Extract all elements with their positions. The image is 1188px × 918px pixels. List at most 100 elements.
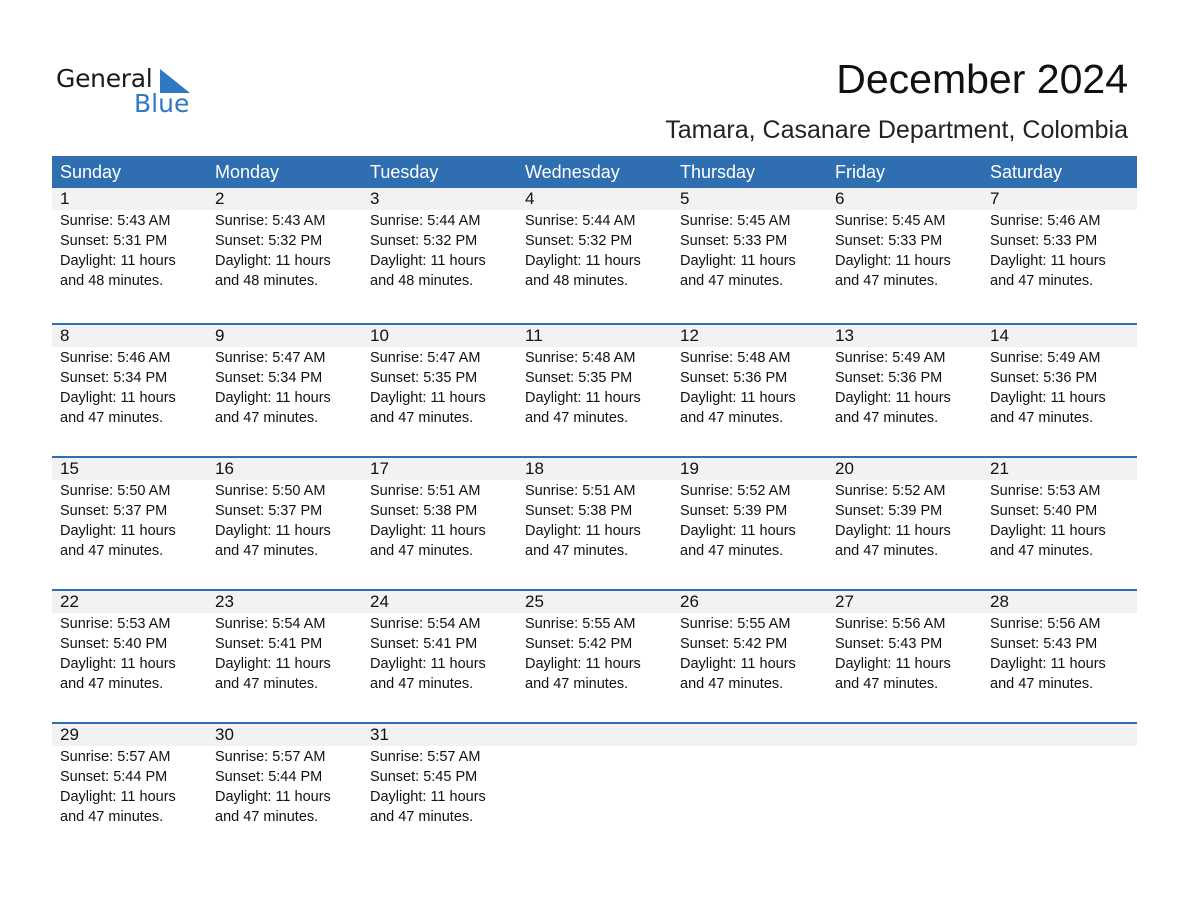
sunrise-time: Sunrise: 5:49 AM <box>835 350 946 366</box>
day-cell: Sunrise: 5:53 AM Sunset: 5:40 PM Daylight:… <box>52 613 207 694</box>
weekday-sunday: Sunday <box>60 162 122 182</box>
day-cell: Sunrise: 5:51 AM Sunset: 5:38 PM Daylight:… <box>362 480 517 561</box>
daylight-hours: Daylight: 11 hours <box>990 656 1106 672</box>
sunset-time: Sunset: 5:32 PM <box>215 233 323 249</box>
sunset-time: Sunset: 5:41 PM <box>370 636 478 652</box>
daylight-minutes: and 47 minutes. <box>60 543 164 559</box>
daylight-minutes: and 47 minutes. <box>525 410 629 426</box>
page-title: December 2024 <box>836 56 1128 102</box>
sunrise-time: Sunrise: 5:45 AM <box>680 213 791 229</box>
day-details-row: Sunrise: 5:50 AM Sunset: 5:37 PM Daylight:… <box>52 480 1137 561</box>
sunrise-time: Sunrise: 5:56 AM <box>835 616 946 632</box>
day-number: 10 <box>370 326 389 345</box>
day-number <box>672 724 827 746</box>
sunrise-time: Sunrise: 5:53 AM <box>60 616 171 632</box>
sunrise-time: Sunrise: 5:45 AM <box>835 213 946 229</box>
daylight-hours: Daylight: 11 hours <box>215 390 331 406</box>
day-number: 1 <box>60 189 70 208</box>
sunset-time: Sunset: 5:34 PM <box>60 370 168 386</box>
daylight-hours: Daylight: 11 hours <box>370 253 486 269</box>
daylight-minutes: and 47 minutes. <box>835 273 939 289</box>
daylight-hours: Daylight: 11 hours <box>990 523 1106 539</box>
daylight-minutes: and 47 minutes. <box>680 676 784 692</box>
sunset-time: Sunset: 5:44 PM <box>60 769 168 785</box>
sunset-time: Sunset: 5:38 PM <box>525 503 633 519</box>
sunset-time: Sunset: 5:31 PM <box>60 233 168 249</box>
weekday-friday: Friday <box>835 162 886 182</box>
logo-text-blue: Blue <box>134 89 190 118</box>
day-cell: Sunrise: 5:46 AM Sunset: 5:33 PM Daylight:… <box>982 210 1137 291</box>
daylight-hours: Daylight: 11 hours <box>990 390 1106 406</box>
day-number: 23 <box>215 592 234 611</box>
day-number: 2 <box>215 189 225 208</box>
week-row: 8 9 10 11 12 13 14 Sunrise: 5:46 AM Sunset: 5:34… <box>52 323 1137 456</box>
daylight-hours: Daylight: 11 hours <box>215 656 331 672</box>
daylight-hours: Daylight: 11 hours <box>215 789 331 805</box>
day-cell: Sunrise: 5:44 AM Sunset: 5:32 PM Daylight:… <box>517 210 672 291</box>
daylight-minutes: and 47 minutes. <box>990 273 1094 289</box>
day-number: 14 <box>990 326 1009 345</box>
day-cell: Sunrise: 5:43 AM Sunset: 5:31 PM Daylight:… <box>52 210 207 291</box>
weekday-thursday: Thursday <box>680 162 756 182</box>
day-cell: Sunrise: 5:43 AM Sunset: 5:32 PM Daylight:… <box>207 210 362 291</box>
sunrise-time: Sunrise: 5:54 AM <box>215 616 326 632</box>
sunrise-time: Sunrise: 5:57 AM <box>215 749 326 765</box>
daylight-hours: Daylight: 11 hours <box>370 656 486 672</box>
sunrise-time: Sunrise: 5:52 AM <box>835 483 946 499</box>
day-cell <box>672 746 827 827</box>
sunset-time: Sunset: 5:43 PM <box>835 636 943 652</box>
daylight-minutes: and 47 minutes. <box>525 676 629 692</box>
day-cell: Sunrise: 5:51 AM Sunset: 5:38 PM Daylight:… <box>517 480 672 561</box>
daylight-minutes: and 47 minutes. <box>60 676 164 692</box>
daylight-hours: Daylight: 11 hours <box>835 523 951 539</box>
day-cell: Sunrise: 5:50 AM Sunset: 5:37 PM Daylight:… <box>207 480 362 561</box>
day-details-row: Sunrise: 5:43 AM Sunset: 5:31 PM Daylight:… <box>52 210 1137 291</box>
daylight-hours: Daylight: 11 hours <box>370 789 486 805</box>
day-number: 31 <box>370 725 389 744</box>
day-number: 30 <box>215 725 234 744</box>
daylight-hours: Daylight: 11 hours <box>215 253 331 269</box>
day-cell: Sunrise: 5:44 AM Sunset: 5:32 PM Daylight:… <box>362 210 517 291</box>
sunset-time: Sunset: 5:40 PM <box>60 636 168 652</box>
sunrise-time: Sunrise: 5:44 AM <box>370 213 481 229</box>
day-cell <box>982 746 1137 827</box>
day-number: 29 <box>60 725 79 744</box>
daylight-hours: Daylight: 11 hours <box>835 390 951 406</box>
sunrise-time: Sunrise: 5:55 AM <box>525 616 636 632</box>
sunset-time: Sunset: 5:35 PM <box>525 370 633 386</box>
daylight-hours: Daylight: 11 hours <box>990 253 1106 269</box>
day-number-row: 1 2 3 4 5 6 7 <box>52 188 1137 210</box>
sunrise-time: Sunrise: 5:57 AM <box>60 749 171 765</box>
daylight-minutes: and 47 minutes. <box>370 543 474 559</box>
sunrise-time: Sunrise: 5:43 AM <box>60 213 171 229</box>
day-number: 8 <box>60 326 70 345</box>
daylight-hours: Daylight: 11 hours <box>525 656 641 672</box>
day-number: 6 <box>835 189 845 208</box>
sunset-time: Sunset: 5:41 PM <box>215 636 323 652</box>
sunset-time: Sunset: 5:42 PM <box>680 636 788 652</box>
day-number: 16 <box>215 459 234 478</box>
daylight-hours: Daylight: 11 hours <box>370 523 486 539</box>
sunrise-time: Sunrise: 5:47 AM <box>370 350 481 366</box>
daylight-hours: Daylight: 11 hours <box>680 523 796 539</box>
day-number: 26 <box>680 592 699 611</box>
daylight-minutes: and 47 minutes. <box>835 676 939 692</box>
sunset-time: Sunset: 5:36 PM <box>990 370 1098 386</box>
sunrise-time: Sunrise: 5:56 AM <box>990 616 1101 632</box>
day-number: 21 <box>990 459 1009 478</box>
weekday-tuesday: Tuesday <box>370 162 439 182</box>
day-number: 28 <box>990 592 1009 611</box>
daylight-minutes: and 47 minutes. <box>370 809 474 825</box>
sunrise-time: Sunrise: 5:48 AM <box>525 350 636 366</box>
sunrise-time: Sunrise: 5:54 AM <box>370 616 481 632</box>
sunset-time: Sunset: 5:39 PM <box>835 503 943 519</box>
sunrise-time: Sunrise: 5:44 AM <box>525 213 636 229</box>
day-cell: Sunrise: 5:47 AM Sunset: 5:35 PM Daylight:… <box>362 347 517 428</box>
daylight-minutes: and 47 minutes. <box>60 410 164 426</box>
sunset-time: Sunset: 5:33 PM <box>990 233 1098 249</box>
sunset-time: Sunset: 5:43 PM <box>990 636 1098 652</box>
sunset-time: Sunset: 5:42 PM <box>525 636 633 652</box>
day-cell: Sunrise: 5:54 AM Sunset: 5:41 PM Daylight:… <box>362 613 517 694</box>
sunrise-time: Sunrise: 5:46 AM <box>60 350 171 366</box>
daylight-minutes: and 47 minutes. <box>990 543 1094 559</box>
